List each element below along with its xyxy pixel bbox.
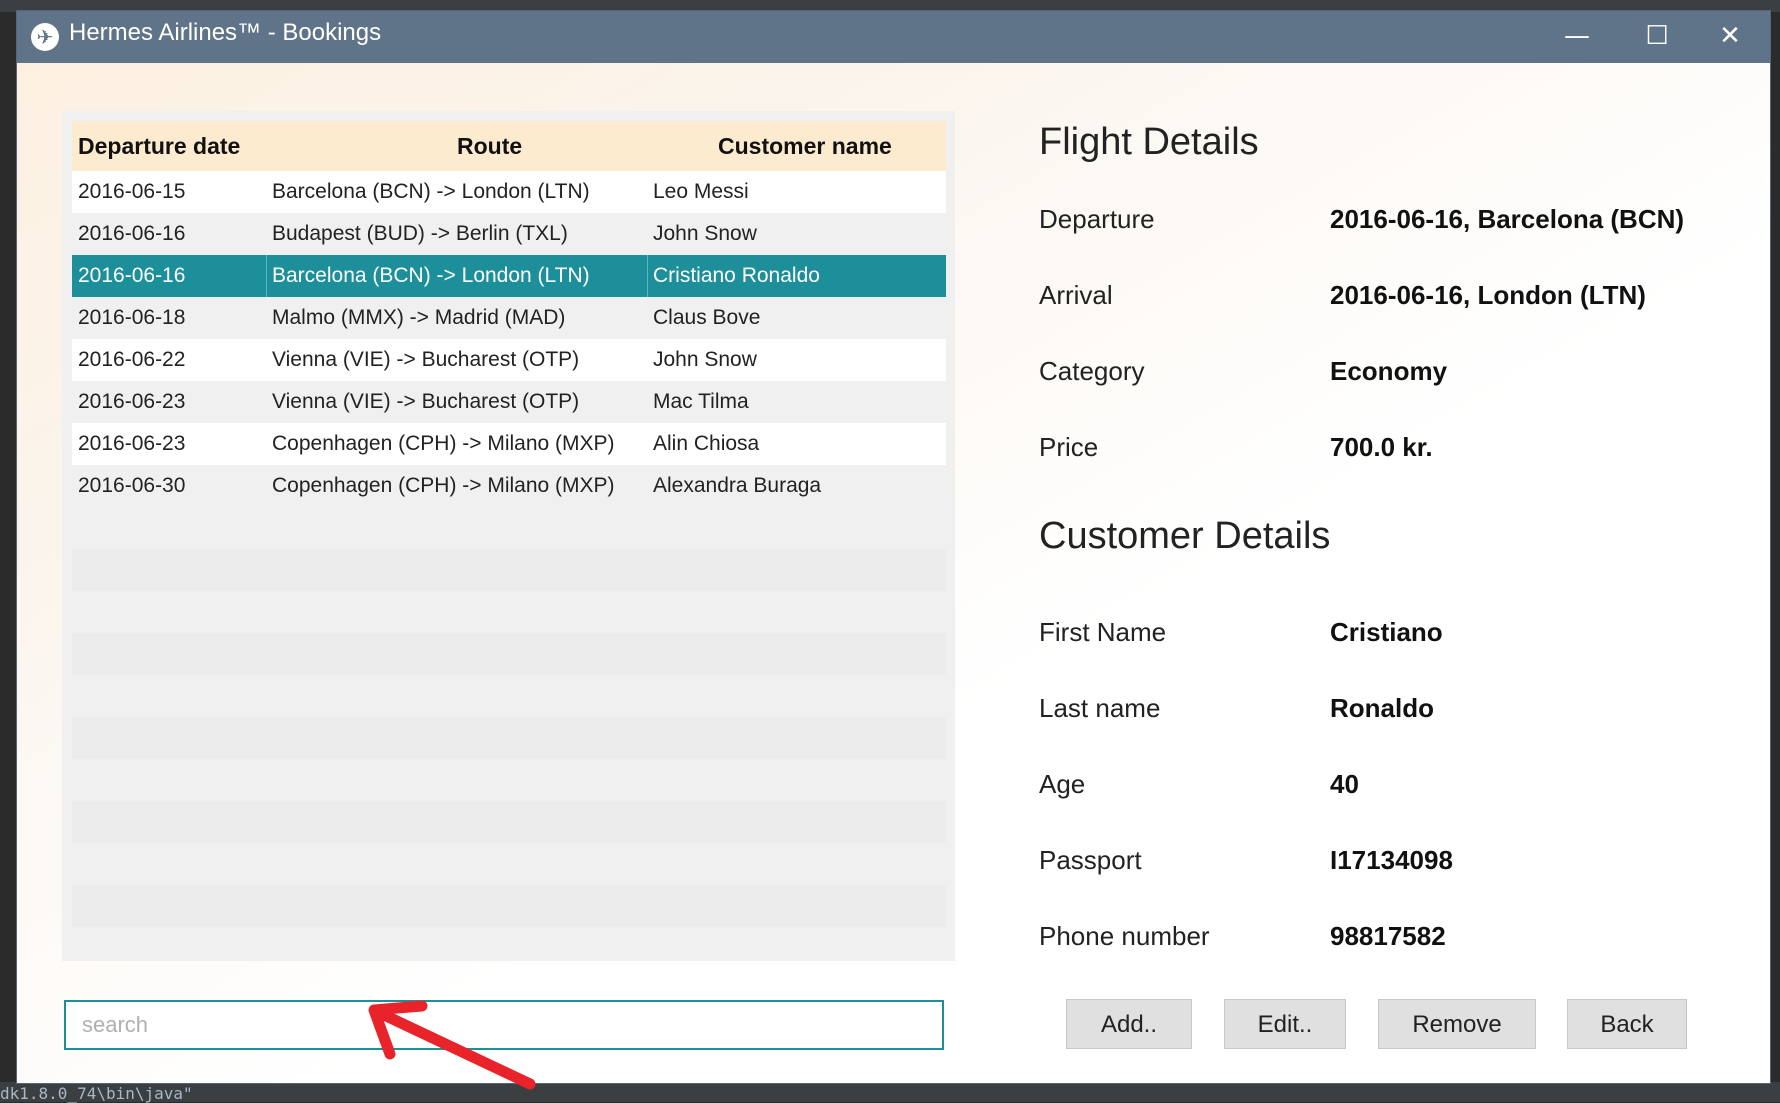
table-row[interactable]: 2016-06-18 Malmo (MMX) -> Madrid (MAD) Cla… [72, 297, 946, 339]
cell-departure-date: 2016-06-15 [78, 180, 186, 203]
cell-customer-name: Alin Chiosa [653, 432, 760, 455]
close-button[interactable]: ✕ [1690, 11, 1770, 63]
table-row[interactable]: 2016-06-23 Copenhagen (CPH) -> Milano (MX… [72, 423, 946, 465]
flight-detail-value: 2016-06-16, London (LTN) [1330, 280, 1646, 310]
cell-customer-name: Cristiano Ronaldo [653, 264, 820, 287]
cell-customer-name: Alexandra Buraga [653, 474, 822, 497]
empty-table-row [72, 549, 946, 591]
add-button[interactable]: Add.. [1066, 999, 1192, 1049]
table-row[interactable]: 2016-06-15 Barcelona (BCN) -> London (LTN… [72, 171, 946, 213]
empty-table-row [72, 717, 946, 759]
table-row[interactable]: 2016-06-30 Copenhagen (CPH) -> Milano (MX… [72, 465, 946, 507]
empty-table-row [72, 633, 946, 675]
customer-detail-value: Cristiano [1330, 617, 1443, 647]
empty-table-row [72, 591, 946, 633]
flight-detail-label: Category [1039, 356, 1145, 386]
back-button[interactable]: Back [1567, 999, 1687, 1049]
table-row[interactable]: 2016-06-16 Budapest (BUD) -> Berlin (TXL)… [72, 213, 946, 255]
cell-route: Copenhagen (CPH) -> Milano (MXP) [272, 474, 615, 497]
customer-detail-value: 98817582 [1330, 921, 1446, 951]
minimize-button[interactable]: — [1537, 11, 1617, 63]
flight-detail-label: Departure [1039, 204, 1155, 234]
empty-table-row [72, 759, 946, 801]
table-row[interactable]: 2016-06-23 Vienna (VIE) -> Bucharest (OTP… [72, 381, 946, 423]
cell-departure-date: 2016-06-23 [78, 390, 186, 413]
annotation-arrow [368, 1000, 536, 1090]
column-separator [266, 255, 267, 297]
column-header-route[interactable]: Route [457, 121, 522, 171]
empty-table-row [72, 843, 946, 885]
cell-departure-date: 2016-06-22 [78, 348, 186, 371]
table-row[interactable]: 2016-06-22 Vienna (VIE) -> Bucharest (OTP… [72, 339, 946, 381]
flight-detail-label: Arrival [1039, 280, 1113, 310]
annotation-arrow-shaft [376, 1008, 536, 1090]
cell-customer-name: John Snow [653, 348, 757, 371]
customer-detail-value: 40 [1330, 769, 1359, 799]
column-header-customer-name[interactable]: Customer name [718, 121, 892, 171]
cell-route: Budapest (BUD) -> Berlin (TXL) [272, 222, 568, 245]
table-body: 2016-06-15 Barcelona (BCN) -> London (LTN… [72, 171, 946, 927]
title-bar[interactable]: ✈ Hermes Airlines™ - Bookings — ☐ ✕ [17, 11, 1770, 63]
edit-button[interactable]: Edit.. [1224, 999, 1346, 1049]
customer-detail-value: Ronaldo [1330, 693, 1434, 723]
customer-details-title: Customer Details [1039, 515, 1331, 557]
empty-table-row [72, 507, 946, 549]
cell-route: Vienna (VIE) -> Bucharest (OTP) [272, 390, 580, 413]
remove-button[interactable]: Remove [1378, 999, 1536, 1049]
cell-departure-date: 2016-06-16 [78, 264, 186, 287]
cell-route: Barcelona (BCN) -> London (LTN) [272, 180, 590, 203]
background-console-strip [0, 1082, 1780, 1102]
maximize-button[interactable]: ☐ [1617, 11, 1697, 63]
cell-departure-date: 2016-06-30 [78, 474, 186, 497]
cell-customer-name: Claus Bove [653, 306, 761, 329]
empty-table-row [72, 885, 946, 927]
cell-customer-name: Leo Messi [653, 180, 749, 203]
customer-detail-label: Age [1039, 769, 1086, 799]
table-row-selected[interactable]: 2016-06-16 Barcelona (BCN) -> London (LTN… [72, 255, 946, 297]
column-separator [647, 255, 648, 297]
cell-route: Malmo (MMX) -> Madrid (MAD) [272, 306, 566, 329]
customer-detail-label: Last name [1039, 693, 1161, 723]
customer-detail-label: Passport [1039, 845, 1142, 875]
table-header: Departure date Route Customer name [72, 121, 946, 171]
cell-route: Barcelona (BCN) -> London (LTN) [272, 264, 590, 287]
cell-customer-name: John Snow [653, 222, 757, 245]
flight-detail-label: Price [1039, 432, 1099, 462]
customer-detail-label: First Name [1039, 617, 1167, 647]
cell-route: Vienna (VIE) -> Bucharest (OTP) [272, 348, 580, 371]
flight-detail-value: 700.0 kr. [1330, 432, 1433, 462]
background-console-text: dk1.8.0_74\bin\java" [0, 1084, 193, 1103]
cell-customer-name: Mac Tilma [653, 390, 749, 413]
airplane-icon: ✈ [31, 23, 59, 51]
empty-table-row [72, 801, 946, 843]
bookings-table[interactable]: Departure date Route Customer name 2016-… [62, 111, 955, 961]
cell-route: Copenhagen (CPH) -> Milano (MXP) [272, 432, 615, 455]
flight-detail-value: 2016-06-16, Barcelona (BCN) [1330, 204, 1685, 234]
bookings-window: ✈ Hermes Airlines™ - Bookings — ☐ ✕ Depa… [17, 11, 1770, 1083]
customer-detail-value: I17134098 [1330, 845, 1453, 875]
empty-table-row [72, 675, 946, 717]
cell-departure-date: 2016-06-23 [78, 432, 186, 455]
flight-detail-value: Economy [1330, 356, 1448, 386]
customer-detail-label: Phone number [1039, 921, 1210, 951]
window-title: Hermes Airlines™ - Bookings [69, 19, 382, 46]
cell-departure-date: 2016-06-16 [78, 222, 186, 245]
cell-departure-date: 2016-06-18 [78, 306, 186, 329]
column-header-departure-date[interactable]: Departure date [78, 121, 240, 171]
flight-details-title: Flight Details [1039, 121, 1259, 163]
